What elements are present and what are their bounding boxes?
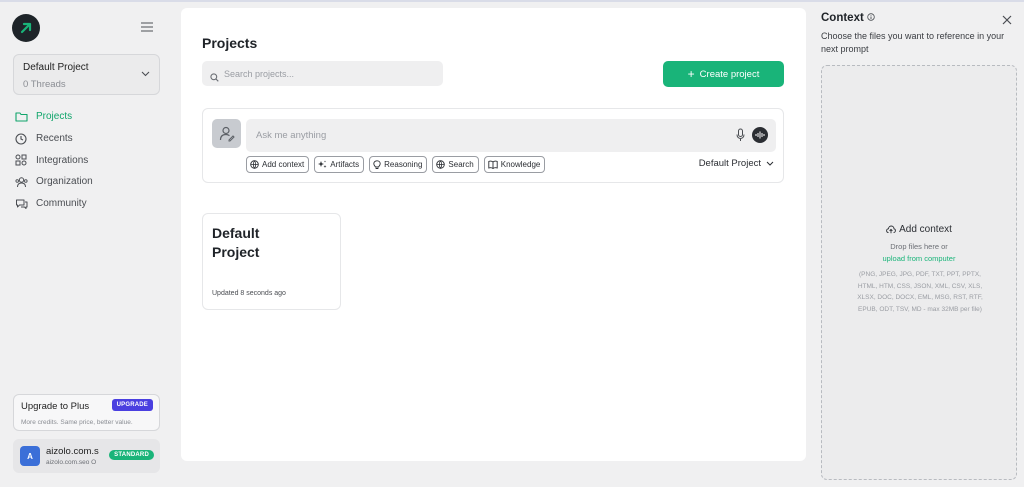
- search-input[interactable]: [224, 61, 434, 86]
- book-icon: [488, 160, 498, 169]
- add-context-label: Add context: [822, 224, 1016, 235]
- project-dropdown-label: Default Project: [698, 158, 761, 169]
- prompt-tools: Add context Artifacts Reasoning Search K…: [246, 156, 546, 173]
- sidebar-item-label: Organization: [36, 176, 93, 188]
- context-title: Context: [821, 12, 875, 24]
- account-card[interactable]: A aizolo.com.s aizolo.com.seo O STANDARD: [13, 439, 160, 473]
- users-icon: [14, 175, 28, 189]
- app-logo[interactable]: [12, 14, 40, 42]
- project-selector[interactable]: Default Project 0 Threads: [13, 54, 160, 95]
- plus-icon: +: [687, 67, 695, 81]
- main-panel: Projects + Create project Add context: [181, 8, 806, 461]
- upgrade-card[interactable]: Upgrade to Plus UPGRADE More credits. Sa…: [13, 394, 160, 431]
- sidebar-nav: Projects Recents Integrations Organizati…: [14, 106, 164, 214]
- create-project-button[interactable]: + Create project: [663, 61, 784, 87]
- page-title: Projects: [202, 35, 258, 51]
- project-selector-name: Default Project: [23, 62, 89, 73]
- ask-card: Add context Artifacts Reasoning Search K…: [202, 108, 784, 183]
- chevron-down-icon: [141, 64, 150, 82]
- sidebar-item-label: Recents: [36, 133, 73, 145]
- sidebar-item-label: Projects: [36, 111, 73, 123]
- account-email: aizolo.com.seo O: [46, 459, 97, 466]
- chip-label: Search: [448, 160, 474, 169]
- sidebar-item-recents[interactable]: Recents: [14, 128, 164, 150]
- project-card[interactable]: Default Project Updated 8 seconds ago: [202, 213, 341, 310]
- globe-icon: [436, 160, 446, 169]
- voice-mode-icon[interactable]: [752, 127, 768, 143]
- project-dropdown[interactable]: Default Project: [699, 158, 774, 169]
- add-context-chip[interactable]: Add context: [246, 156, 310, 173]
- sidebar-item-projects[interactable]: Projects: [14, 106, 164, 128]
- create-project-label: Create project: [699, 68, 760, 80]
- chip-label: Add context: [262, 160, 305, 169]
- search-chip[interactable]: Search: [432, 156, 479, 173]
- integrations-icon: [14, 153, 28, 167]
- lightbulb-icon: [373, 159, 381, 170]
- upgrade-badge[interactable]: UPGRADE: [111, 399, 153, 411]
- project-card-updated: Updated 8 seconds ago: [212, 290, 286, 297]
- sparkles-icon: [318, 160, 327, 169]
- sidebar-item-integrations[interactable]: Integrations: [14, 149, 164, 171]
- chip-label: Reasoning: [384, 160, 423, 169]
- chevron-down-icon: [766, 161, 774, 166]
- clock-icon: [14, 132, 28, 146]
- sidebar-item-organization[interactable]: Organization: [14, 171, 164, 193]
- sidebar: Default Project 0 Threads Projects Recen…: [0, 2, 174, 487]
- project-card-name: Default Project: [212, 225, 260, 260]
- supported-file-types: (PNG, JPEG, JPG, PDF, TXT, PPT, PPTX, HT…: [857, 271, 983, 313]
- sidebar-item-community[interactable]: Community: [14, 193, 164, 215]
- globe-icon: [250, 160, 259, 169]
- sidebar-item-label: Integrations: [36, 154, 89, 166]
- prompt-box[interactable]: [246, 119, 776, 152]
- knowledge-chip[interactable]: Knowledge: [483, 156, 546, 173]
- search-bar[interactable]: [202, 61, 443, 86]
- account-name: aizolo.com.s: [46, 446, 99, 457]
- upgrade-title: Upgrade to Plus: [21, 401, 90, 412]
- user-avatar-icon: [212, 119, 241, 148]
- avatar: A: [20, 446, 40, 466]
- cloud-upload-icon: [886, 225, 896, 234]
- close-icon[interactable]: [1002, 12, 1012, 30]
- upgrade-subtitle: More credits. Same price, better value.: [21, 419, 133, 426]
- plan-badge: STANDARD: [109, 450, 154, 460]
- search-icon: [210, 69, 219, 87]
- hamburger-menu-icon[interactable]: [140, 20, 154, 32]
- project-thread-count: 0 Threads: [23, 79, 66, 90]
- upload-from-computer-link[interactable]: upload from computer: [822, 254, 1016, 263]
- reasoning-chip[interactable]: Reasoning: [369, 156, 428, 173]
- arrow-up-right-icon: [20, 22, 32, 34]
- drop-files-text: Drop files here or: [890, 242, 948, 251]
- info-icon[interactable]: [867, 12, 875, 24]
- folder-icon: [14, 110, 28, 124]
- context-title-label: Context: [821, 12, 864, 24]
- microphone-icon[interactable]: [736, 128, 745, 147]
- chip-label: Knowledge: [500, 160, 541, 169]
- artifacts-chip[interactable]: Artifacts: [314, 156, 365, 173]
- context-description: Choose the files you want to reference i…: [821, 31, 1005, 54]
- chip-label: Artifacts: [330, 160, 360, 169]
- prompt-input[interactable]: [256, 119, 716, 152]
- chat-bubbles-icon: [14, 197, 28, 211]
- add-context-text: Add context: [899, 224, 952, 235]
- sidebar-item-label: Community: [36, 198, 87, 210]
- file-dropzone[interactable]: Add context Drop files here or upload fr…: [821, 65, 1017, 480]
